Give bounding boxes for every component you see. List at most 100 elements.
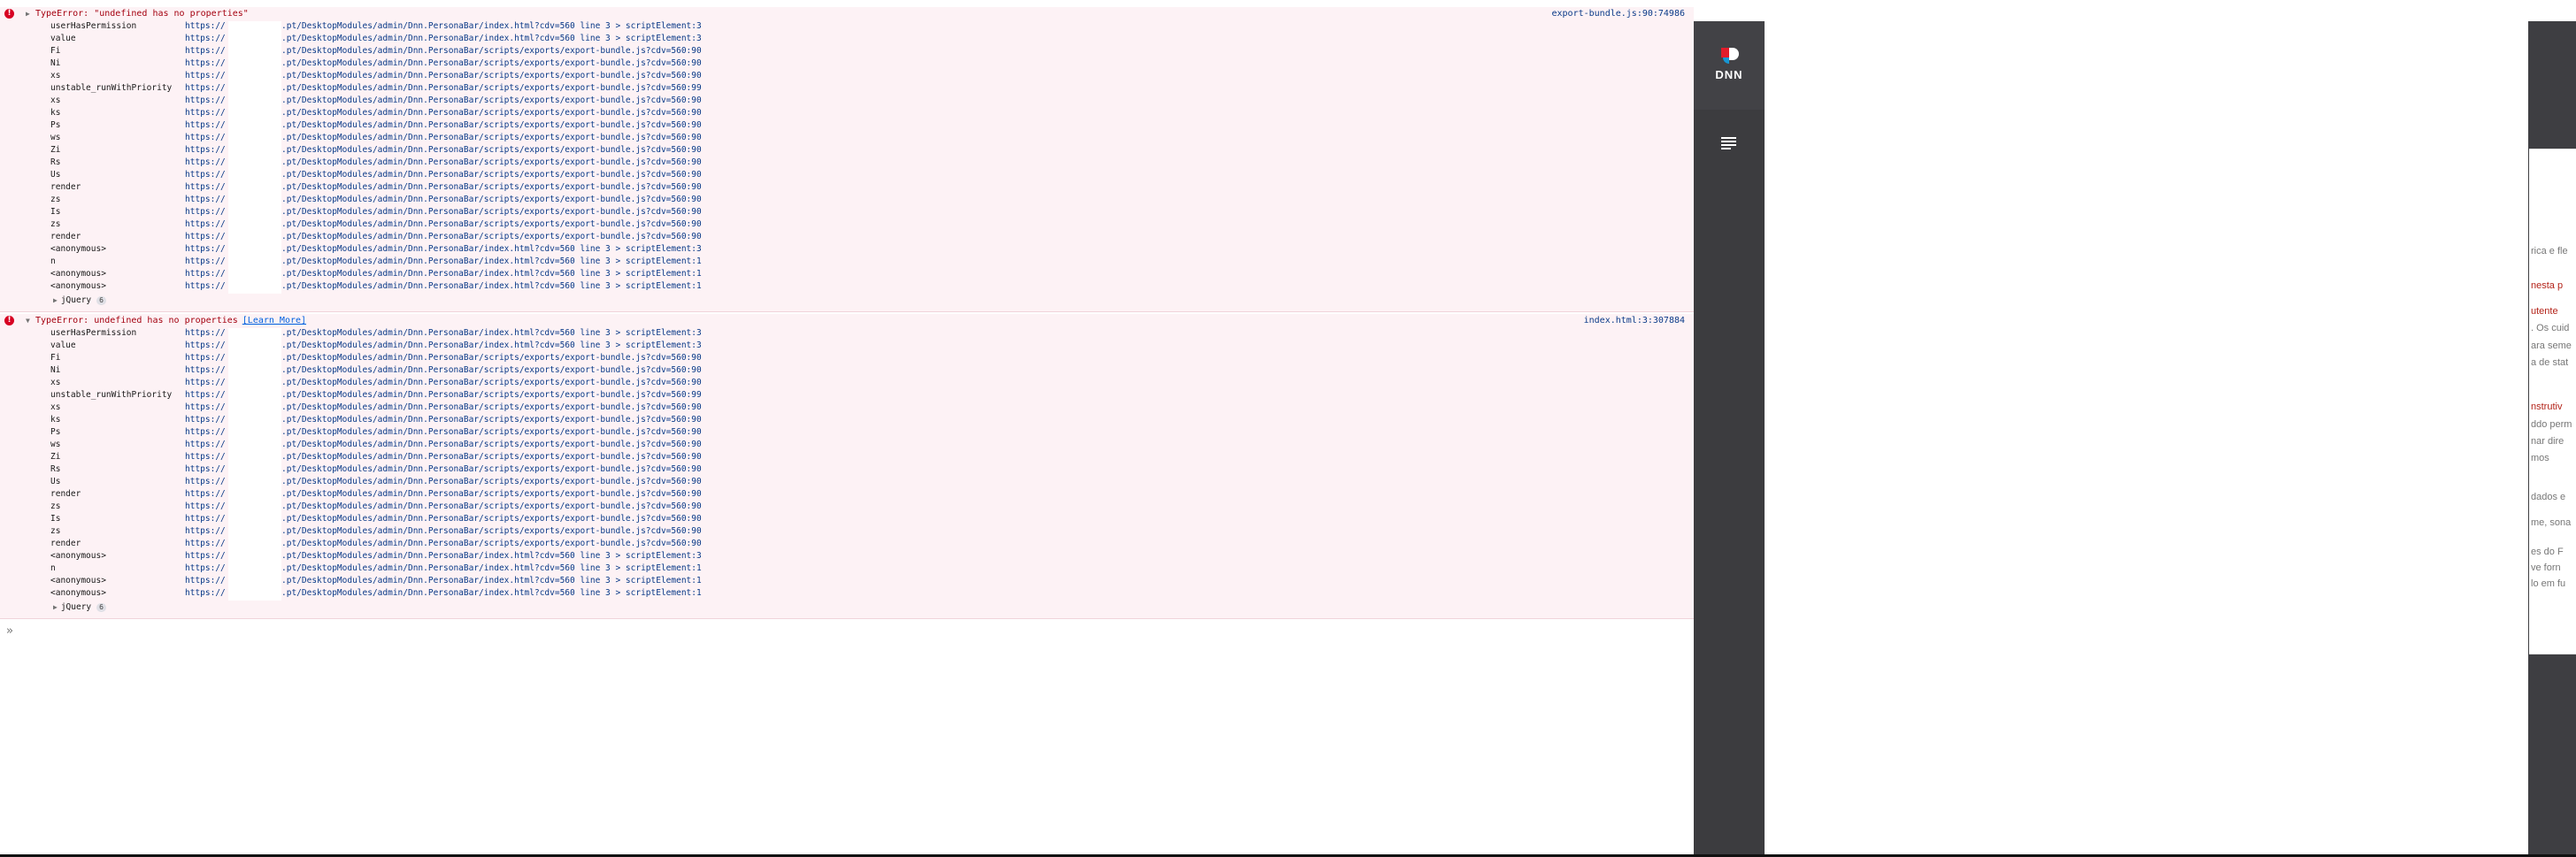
stack-frame-row[interactable]: Is https:// .pt/DesktopModules/admin/Dnn.P… (0, 207, 796, 219)
stack-frame-row[interactable]: <anonymous> https:// .pt/DesktopModules/ad… (0, 576, 796, 588)
stack-frame-row[interactable]: Zi https:// .pt/DesktopModules/admin/Dnn.P… (0, 145, 796, 157)
stack-frame-url-prefix[interactable]: https:// (185, 427, 226, 437)
stack-frame-row[interactable]: <anonymous> https:// .pt/DesktopModules/ad… (0, 244, 796, 256)
stack-frame-url-prefix[interactable]: https:// (185, 539, 226, 548)
stack-frame-url-prefix[interactable]: https:// (185, 21, 226, 31)
stack-frame-row[interactable]: xs https:// .pt/DesktopModules/admin/Dnn.P… (0, 71, 796, 83)
stack-frame-url-path[interactable]: .pt/DesktopModules/admin/Dnn.PersonaBar/… (281, 588, 702, 598)
stack-frame-row[interactable]: Zi https:// .pt/DesktopModules/admin/Dnn.P… (0, 452, 796, 464)
stack-frame-url-prefix[interactable]: https:// (185, 390, 226, 400)
collapse-arrow-icon[interactable]: ▼ (26, 317, 30, 325)
stack-frame-row[interactable]: Rs https:// .pt/DesktopModules/admin/Dnn.P… (0, 464, 796, 477)
stack-frame-url-prefix[interactable]: https:// (185, 256, 226, 266)
stack-frame-url-prefix[interactable]: https:// (185, 440, 226, 449)
expand-arrow-icon[interactable]: ▶ (53, 296, 58, 304)
stack-frame-url-path[interactable]: .pt/DesktopModules/admin/Dnn.PersonaBar/… (281, 195, 702, 204)
stack-frame-url-prefix[interactable]: https:// (185, 365, 226, 375)
stack-frame-row[interactable]: unstable_runWithPriority https:// .pt/Desk… (0, 83, 796, 96)
stack-frame-url-prefix[interactable]: https:// (185, 415, 226, 425)
stack-frame-url-path[interactable]: .pt/DesktopModules/admin/Dnn.PersonaBar/… (281, 526, 702, 536)
stack-frame-url-path[interactable]: .pt/DesktopModules/admin/Dnn.PersonaBar/… (281, 378, 702, 387)
stack-frame-url-path[interactable]: .pt/DesktopModules/admin/Dnn.PersonaBar/… (281, 539, 702, 548)
error-source-link[interactable]: index.html:3:307884 (1584, 316, 1685, 325)
stack-frame-url-prefix[interactable]: https:// (185, 108, 226, 118)
stack-frame-row[interactable]: value https:// .pt/DesktopModules/admin/Dn… (0, 34, 796, 46)
stack-frame-url-prefix[interactable]: https:// (185, 58, 226, 68)
stack-frame-row[interactable]: xs https:// .pt/DesktopModules/admin/Dnn.P… (0, 96, 796, 108)
stack-frame-row[interactable]: xs https:// .pt/DesktopModules/admin/Dnn.P… (0, 378, 796, 390)
stack-frame-row[interactable]: zs https:// .pt/DesktopModules/admin/Dnn.P… (0, 526, 796, 539)
stack-frame-url-prefix[interactable]: https:// (185, 551, 226, 561)
stack-frame-row[interactable]: ks https:// .pt/DesktopModules/admin/Dnn.P… (0, 415, 796, 427)
stack-frame-url-path[interactable]: .pt/DesktopModules/admin/Dnn.PersonaBar/… (281, 452, 702, 462)
stack-frame-url-path[interactable]: .pt/DesktopModules/admin/Dnn.PersonaBar/… (281, 157, 702, 167)
stack-frame-url-path[interactable]: .pt/DesktopModules/admin/Dnn.PersonaBar/… (281, 34, 702, 43)
stack-frame-url-path[interactable]: .pt/DesktopModules/admin/Dnn.PersonaBar/… (281, 563, 702, 573)
learn-more-link[interactable]: [Learn More] (242, 316, 306, 325)
expand-arrow-icon[interactable]: ▶ (26, 10, 30, 18)
stack-frame-row[interactable]: Us https:// .pt/DesktopModules/admin/Dnn.P… (0, 477, 796, 489)
stack-frame-url-prefix[interactable]: https:// (185, 489, 226, 499)
stack-frame-url-path[interactable]: .pt/DesktopModules/admin/Dnn.PersonaBar/… (281, 281, 702, 291)
stack-frame-url-path[interactable]: .pt/DesktopModules/admin/Dnn.PersonaBar/… (281, 501, 702, 511)
expand-arrow-icon[interactable]: ▶ (53, 603, 58, 611)
stack-frame-row[interactable]: Ps https:// .pt/DesktopModules/admin/Dnn.P… (0, 427, 796, 440)
stack-frame-url-prefix[interactable]: https:// (185, 34, 226, 43)
stack-frame-url-path[interactable]: .pt/DesktopModules/admin/Dnn.PersonaBar/… (281, 477, 702, 486)
stack-frame-url-prefix[interactable]: https:// (185, 281, 226, 291)
stack-frame-url-path[interactable]: .pt/DesktopModules/admin/Dnn.PersonaBar/… (281, 207, 702, 217)
stack-frame-url-prefix[interactable]: https:// (185, 244, 226, 254)
stack-frame-row[interactable]: zs https:// .pt/DesktopModules/admin/Dnn.P… (0, 219, 796, 232)
stack-frame-url-prefix[interactable]: https:// (185, 464, 226, 474)
stack-frame-row[interactable]: ws https:// .pt/DesktopModules/admin/Dnn.P… (0, 440, 796, 452)
stack-frame-url-path[interactable]: .pt/DesktopModules/admin/Dnn.PersonaBar/… (281, 427, 702, 437)
stack-frame-url-path[interactable]: .pt/DesktopModules/admin/Dnn.PersonaBar/… (281, 514, 702, 524)
stack-frame-row[interactable]: render https:// .pt/DesktopModules/admin/D… (0, 182, 796, 195)
stack-frame-url-path[interactable]: .pt/DesktopModules/admin/Dnn.PersonaBar/… (281, 83, 702, 93)
stack-frame-row[interactable]: value https:// .pt/DesktopModules/admin/Dn… (0, 341, 796, 353)
stack-frame-url-prefix[interactable]: https:// (185, 207, 226, 217)
stack-frame-row[interactable]: zs https:// .pt/DesktopModules/admin/Dnn.P… (0, 501, 796, 514)
stack-frame-row[interactable]: render https:// .pt/DesktopModules/admin/D… (0, 489, 796, 501)
stack-frame-url-path[interactable]: .pt/DesktopModules/admin/Dnn.PersonaBar/… (281, 58, 702, 68)
stack-frame-url-path[interactable]: .pt/DesktopModules/admin/Dnn.PersonaBar/… (281, 390, 702, 400)
document-list-icon[interactable] (1721, 137, 1736, 150)
stack-frame-url-prefix[interactable]: https:// (185, 145, 226, 155)
stack-frame-url-prefix[interactable]: https:// (185, 120, 226, 130)
stack-frame-url-prefix[interactable]: https:// (185, 328, 226, 338)
stack-frame-url-path[interactable]: .pt/DesktopModules/admin/Dnn.PersonaBar/… (281, 46, 702, 56)
stack-frame-url-prefix[interactable]: https:// (185, 170, 226, 180)
stack-frame-row[interactable]: render https:// .pt/DesktopModules/admin/D… (0, 232, 796, 244)
stack-frame-row[interactable]: n https:// .pt/DesktopModules/admin/Dnn.Pe… (0, 563, 796, 576)
console-input-prompt[interactable]: » (6, 624, 13, 638)
dnn-logo-area[interactable]: DNN (1694, 21, 1765, 110)
jquery-frame-group[interactable]: ▶ jQuery 6 (53, 602, 106, 612)
stack-frame-url-prefix[interactable]: https:// (185, 341, 226, 350)
stack-frame-url-prefix[interactable]: https:// (185, 353, 226, 363)
stack-frame-row[interactable]: ks https:// .pt/DesktopModules/admin/Dnn.P… (0, 108, 796, 120)
stack-frame-url-prefix[interactable]: https:// (185, 269, 226, 279)
stack-frame-url-path[interactable]: .pt/DesktopModules/admin/Dnn.PersonaBar/… (281, 256, 702, 266)
stack-frame-row[interactable]: Ni https:// .pt/DesktopModules/admin/Dnn.P… (0, 365, 796, 378)
stack-frame-url-path[interactable]: .pt/DesktopModules/admin/Dnn.PersonaBar/… (281, 108, 702, 118)
stack-frame-url-path[interactable]: .pt/DesktopModules/admin/Dnn.PersonaBar/… (281, 182, 702, 192)
stack-frame-url-path[interactable]: .pt/DesktopModules/admin/Dnn.PersonaBar/… (281, 440, 702, 449)
stack-frame-url-prefix[interactable]: https:// (185, 96, 226, 105)
stack-frame-row[interactable]: <anonymous> https:// .pt/DesktopModules/ad… (0, 269, 796, 281)
stack-frame-url-path[interactable]: .pt/DesktopModules/admin/Dnn.PersonaBar/… (281, 21, 702, 31)
stack-frame-url-prefix[interactable]: https:// (185, 182, 226, 192)
stack-frame-row[interactable]: Us https:// .pt/DesktopModules/admin/Dnn.P… (0, 170, 796, 182)
stack-frame-url-prefix[interactable]: https:// (185, 378, 226, 387)
stack-frame-url-path[interactable]: .pt/DesktopModules/admin/Dnn.PersonaBar/… (281, 328, 702, 338)
stack-frame-url-path[interactable]: .pt/DesktopModules/admin/Dnn.PersonaBar/… (281, 464, 702, 474)
stack-frame-url-prefix[interactable]: https:// (185, 83, 226, 93)
stack-frame-url-prefix[interactable]: https:// (185, 157, 226, 167)
stack-frame-row[interactable]: xs https:// .pt/DesktopModules/admin/Dnn.P… (0, 402, 796, 415)
stack-frame-url-prefix[interactable]: https:// (185, 563, 226, 573)
stack-frame-row[interactable]: render https:// .pt/DesktopModules/admin/D… (0, 539, 796, 551)
stack-frame-url-path[interactable]: .pt/DesktopModules/admin/Dnn.PersonaBar/… (281, 551, 702, 561)
stack-frame-url-prefix[interactable]: https:// (185, 133, 226, 142)
stack-frame-url-prefix[interactable]: https:// (185, 576, 226, 585)
console-error-message[interactable]: ! ▶ TypeError: "undefined has no propertie… (0, 7, 1694, 312)
stack-frame-url-prefix[interactable]: https:// (185, 46, 226, 56)
